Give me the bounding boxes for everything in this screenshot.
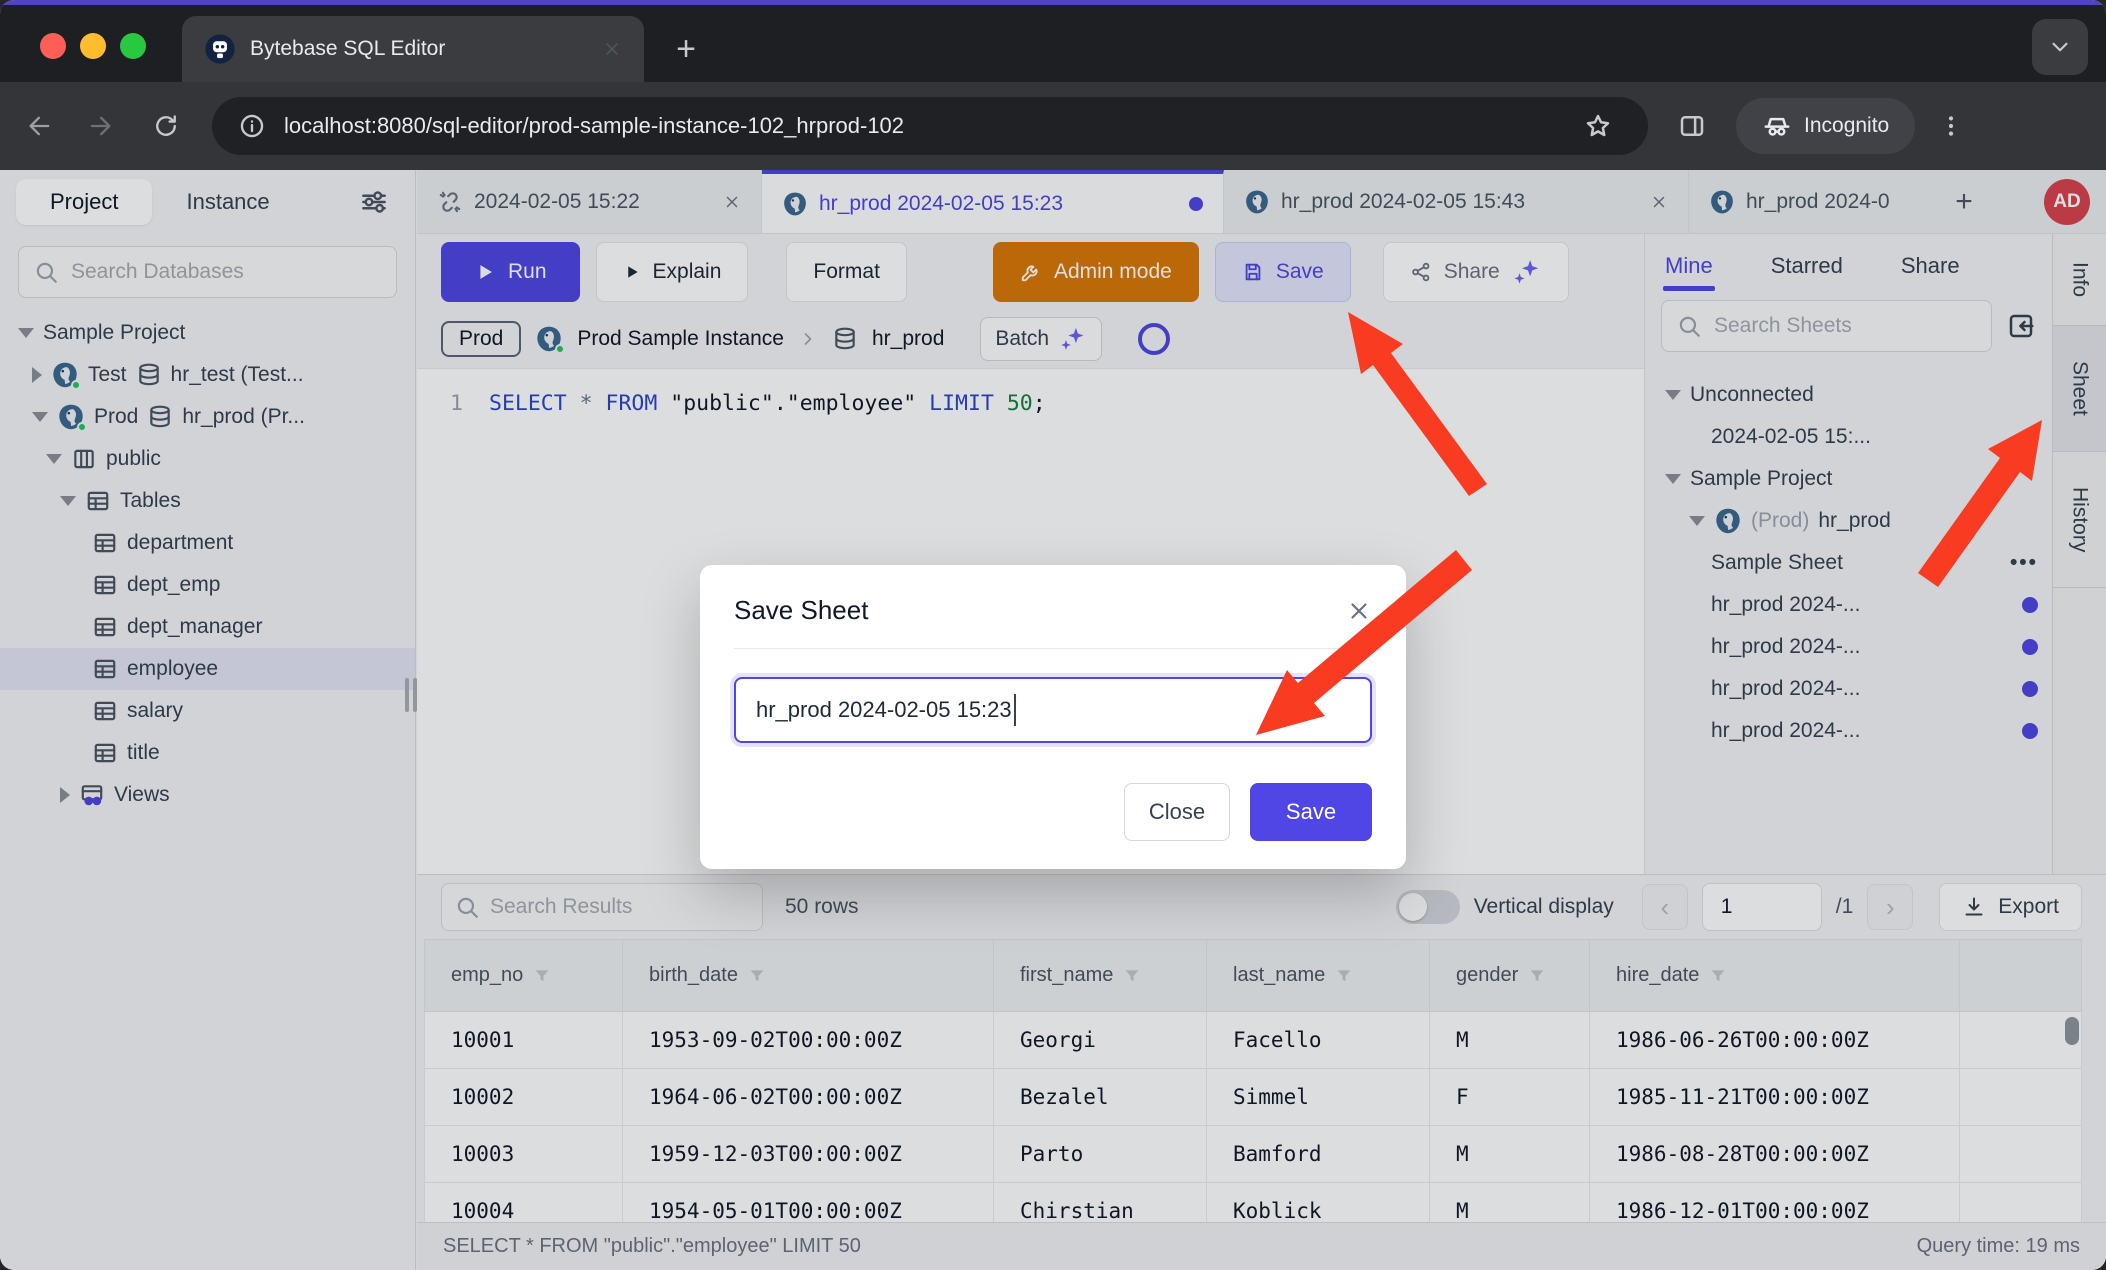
tab-close-icon[interactable] (602, 39, 622, 59)
reload-icon (152, 112, 180, 140)
browser-chrome: Bytebase SQL Editor + localhost:8080/sql… (0, 0, 2106, 170)
dialog-close-icon[interactable] (1346, 598, 1372, 624)
dialog-save-button[interactable]: Save (1250, 783, 1372, 841)
save-sheet-dialog: Save Sheet hr_prod 2024-02-05 15:23 Clos… (700, 565, 1406, 869)
back-button[interactable] (18, 104, 62, 148)
forward-icon (86, 112, 114, 140)
bookmark-button[interactable] (1576, 104, 1620, 148)
sheet-name-value: hr_prod 2024-02-05 15:23 (756, 697, 1012, 723)
bytebase-favicon (204, 33, 236, 65)
sheet-name-input[interactable]: hr_prod 2024-02-05 15:23 (734, 677, 1372, 743)
text-caret (1014, 694, 1016, 726)
dialog-divider (734, 648, 1372, 649)
url-text: localhost:8080/sql-editor/prod-sample-in… (284, 113, 904, 139)
new-tab-button[interactable]: + (664, 27, 708, 71)
three-dots-icon (1937, 112, 1965, 140)
back-icon (26, 112, 54, 140)
incognito-label: Incognito (1804, 114, 1889, 138)
star-icon (1583, 111, 1613, 141)
address-bar[interactable]: localhost:8080/sql-editor/prod-sample-in… (212, 97, 1648, 155)
incognito-badge: Incognito (1736, 98, 1915, 154)
site-info-icon[interactable] (238, 112, 266, 140)
dialog-close-button[interactable]: Close (1124, 783, 1230, 841)
reload-button[interactable] (144, 104, 188, 148)
traffic-light-zoom[interactable] (120, 33, 146, 59)
chevron-down-icon (2047, 34, 2073, 60)
dialog-title: Save Sheet (734, 595, 1346, 626)
traffic-light-close[interactable] (40, 33, 66, 59)
browser-tab[interactable]: Bytebase SQL Editor (182, 16, 644, 82)
browser-toolbar: localhost:8080/sql-editor/prod-sample-in… (0, 82, 2106, 170)
panel-icon (1677, 111, 1707, 141)
incognito-icon (1762, 111, 1792, 141)
browser-tabstrip: Bytebase SQL Editor + (0, 5, 2106, 82)
browser-tab-title: Bytebase SQL Editor (250, 37, 588, 61)
forward-button[interactable] (78, 104, 122, 148)
browser-window: Bytebase SQL Editor + localhost:8080/sql… (0, 0, 2106, 1270)
side-panel-button[interactable] (1670, 104, 1714, 148)
browser-menu-button[interactable] (1929, 104, 1973, 148)
traffic-light-minimize[interactable] (80, 33, 106, 59)
tab-search-button[interactable] (2032, 19, 2088, 75)
